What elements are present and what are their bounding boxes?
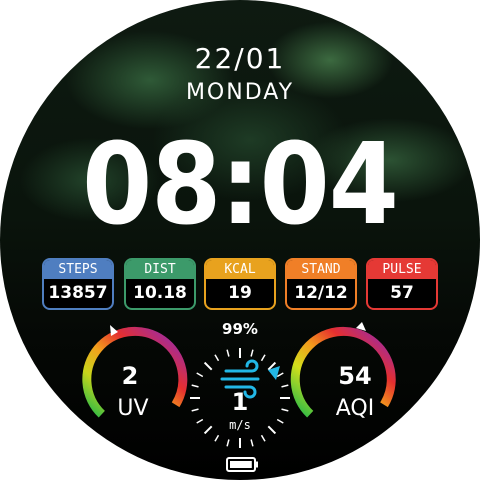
aqi-label: AQI [335, 396, 375, 421]
battery-icon [226, 457, 258, 472]
wind-dial-tick [203, 425, 213, 435]
wind-dial-tick [281, 408, 289, 412]
watch-face: 22/01 MONDAY 08:04 STEPS 13857 DIST 10.1… [0, 0, 480, 480]
wind-dial-tick [276, 372, 284, 378]
wind-dial-tick [191, 384, 199, 388]
wind-dial-tick [276, 418, 284, 424]
wind-speed-unit: m/s [229, 418, 251, 432]
wind-dial-tick [260, 434, 266, 442]
wind-dial-tick [226, 439, 230, 447]
wind-dial-tick [214, 434, 220, 442]
wind-dial-tick [203, 361, 213, 371]
wind-dial-tick [250, 349, 254, 357]
wind-dial-tick [250, 439, 254, 447]
uv-label: UV [117, 396, 149, 421]
wind-dial-tick [196, 418, 204, 424]
aqi-value: 54 [338, 362, 372, 390]
wind-dial-tick [226, 349, 230, 357]
uv-value: 2 [121, 362, 139, 390]
wind-dial-tick [260, 354, 266, 362]
wind-dial-tick [191, 408, 199, 412]
wind-dial-tick [267, 425, 277, 435]
battery-percent: 99% [222, 320, 258, 338]
wind-dial-tick [214, 354, 220, 362]
wind-dial-tick [281, 384, 289, 388]
wind-speed-value: 1 [231, 388, 249, 416]
wind-dial-tick [196, 372, 204, 378]
